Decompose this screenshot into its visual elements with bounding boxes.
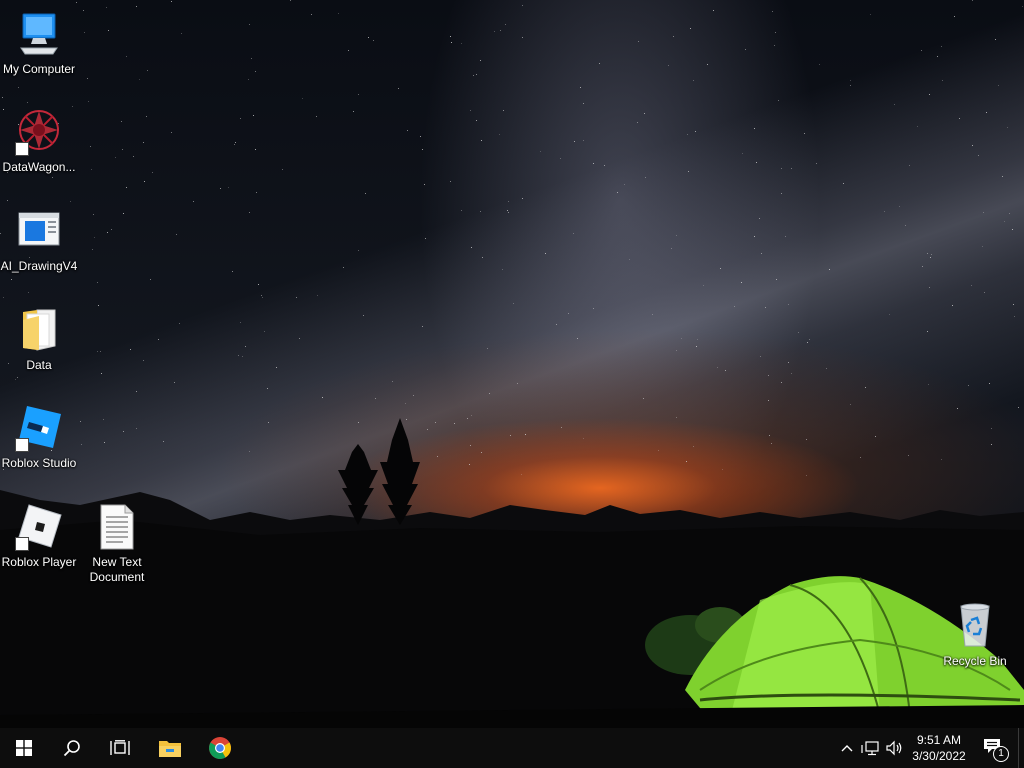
taskbar: 9:51 AM 3/30/2022 1	[0, 728, 1024, 768]
datawagon-icon	[15, 108, 63, 156]
windows-start-icon	[16, 740, 32, 756]
show-hidden-icons-button[interactable]	[836, 728, 858, 768]
start-button[interactable]	[0, 728, 48, 768]
search-icon	[63, 740, 80, 757]
desktop-icon-recycle-bin[interactable]: Recycle Bin	[936, 602, 1014, 669]
desktop-icon-label: Roblox Studio	[1, 456, 77, 470]
desktop-icon-roblox-player[interactable]: Roblox Player	[0, 503, 78, 570]
desktop-icon-new-text-document[interactable]: New Text Document	[78, 503, 156, 585]
desktop-icon-label: Recycle Bin	[943, 654, 1007, 668]
desktop-icon-label: My Computer	[2, 62, 76, 76]
action-center-button[interactable]: 1	[976, 728, 1012, 768]
recycle-bin-icon	[951, 602, 999, 650]
search-button[interactable]	[48, 728, 96, 768]
chrome-button[interactable]	[196, 728, 244, 768]
notification-count-badge: 1	[993, 746, 1009, 762]
roblox-player-icon	[15, 503, 63, 551]
desktop-icon-my-computer[interactable]: My Computer	[0, 10, 78, 77]
desktop-icon-label: Data	[26, 358, 52, 372]
show-desktop-divider[interactable]	[1018, 728, 1019, 768]
clock-button[interactable]: 9:51 AM 3/30/2022	[908, 728, 970, 768]
volume-icon	[886, 740, 902, 756]
task-view-icon	[110, 740, 130, 755]
network-icon	[861, 741, 879, 756]
computer-icon	[15, 10, 63, 58]
volume-button[interactable]	[882, 728, 908, 768]
desktop-wallpaper[interactable]: My Computer DataWagon... AI_DrawingV4 Da…	[0, 0, 1024, 728]
folder-icon	[15, 306, 63, 354]
shortcut-arrow-icon	[15, 537, 29, 551]
desktop-icon-data-folder[interactable]: Data	[0, 306, 78, 373]
desktop-icon-label: New Text Document	[89, 555, 145, 584]
desktop-icon-ai-drawing[interactable]: AI_DrawingV4	[0, 207, 78, 274]
file-explorer-button[interactable]	[146, 728, 194, 768]
task-view-button[interactable]	[96, 728, 144, 768]
shortcut-arrow-icon	[15, 438, 29, 452]
text-document-icon	[93, 503, 141, 551]
chevron-up-icon	[841, 745, 853, 752]
desktop-icon-label: Roblox Player	[1, 555, 77, 569]
file-explorer-icon	[159, 741, 181, 757]
clock-time: 9:51 AM	[916, 733, 962, 747]
landscape-silhouette	[0, 418, 1024, 728]
desktop-icon-label: AI_DrawingV4	[0, 259, 78, 273]
clock-date: 3/30/2022	[912, 749, 966, 763]
roblox-studio-icon	[15, 404, 63, 452]
desktop-icon-roblox-studio[interactable]: Roblox Studio	[0, 404, 78, 471]
ai-drawing-icon	[15, 207, 63, 255]
network-button[interactable]	[858, 728, 882, 768]
shortcut-arrow-icon	[15, 142, 29, 156]
desktop-icon-datawagon[interactable]: DataWagon...	[0, 108, 78, 175]
chrome-icon	[209, 737, 231, 759]
desktop-icon-label: DataWagon...	[2, 160, 76, 174]
